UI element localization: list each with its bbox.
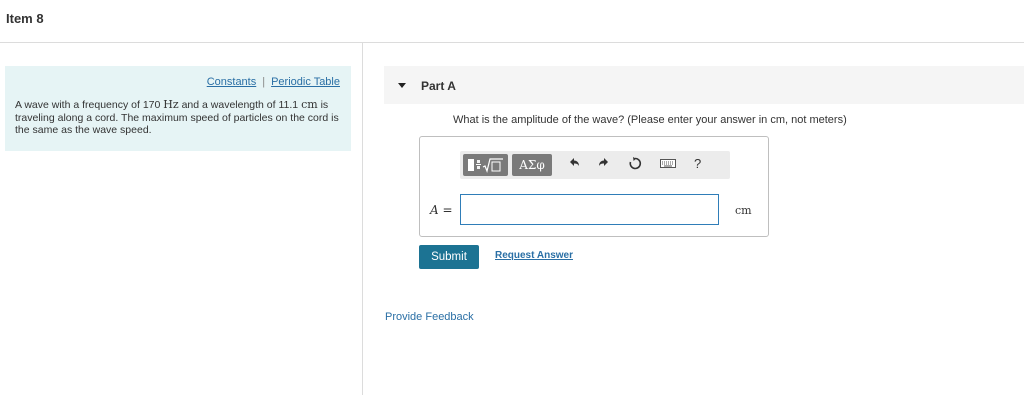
request-answer-link[interactable]: Request Answer xyxy=(495,250,573,261)
problem-statement: A wave with a frequency of 170 Hz and a … xyxy=(15,98,340,137)
frequency-unit: Hz xyxy=(163,98,179,111)
problem-panel: Constants | Periodic Table A wave with a f… xyxy=(5,66,351,151)
periodic-table-link[interactable]: Periodic Table xyxy=(271,76,340,88)
reset-icon[interactable] xyxy=(628,156,642,174)
column-divider xyxy=(362,43,363,395)
collapse-caret-icon[interactable] xyxy=(398,83,406,88)
item-title: Item 8 xyxy=(6,11,44,26)
templates-icon[interactable] xyxy=(463,154,508,176)
problem-text-2: and a wavelength of 11.1 xyxy=(178,99,302,111)
provide-feedback-link[interactable]: Provide Feedback xyxy=(385,311,474,323)
keyboard-icon[interactable] xyxy=(660,156,676,174)
wavelength-unit: cm xyxy=(301,98,318,111)
answer-label: A = xyxy=(430,203,453,217)
answer-unit: cm xyxy=(735,204,752,217)
submit-button[interactable]: Submit xyxy=(419,245,479,269)
undo-icon[interactable] xyxy=(567,156,581,174)
question-text: What is the amplitude of the wave? (Plea… xyxy=(453,114,847,126)
redo-icon[interactable] xyxy=(597,156,611,174)
greek-symbols-icon[interactable]: ΑΣφ xyxy=(512,154,552,176)
answer-variable: A = xyxy=(430,203,453,217)
help-icon[interactable]: ? xyxy=(694,156,701,174)
problem-text-1: A wave with a frequency of 170 xyxy=(15,99,164,111)
math-toolbar: ΑΣφ ? xyxy=(460,151,730,179)
link-separator: | xyxy=(262,76,266,88)
answer-box: ΑΣφ ? A = cm xyxy=(419,136,769,237)
answer-input[interactable] xyxy=(460,194,719,225)
header-divider xyxy=(0,42,1024,43)
constants-link[interactable]: Constants xyxy=(207,76,257,88)
part-a-header[interactable]: Part A xyxy=(384,66,1024,104)
part-title: Part A xyxy=(421,79,456,93)
resource-links: Constants | Periodic Table xyxy=(207,76,340,88)
